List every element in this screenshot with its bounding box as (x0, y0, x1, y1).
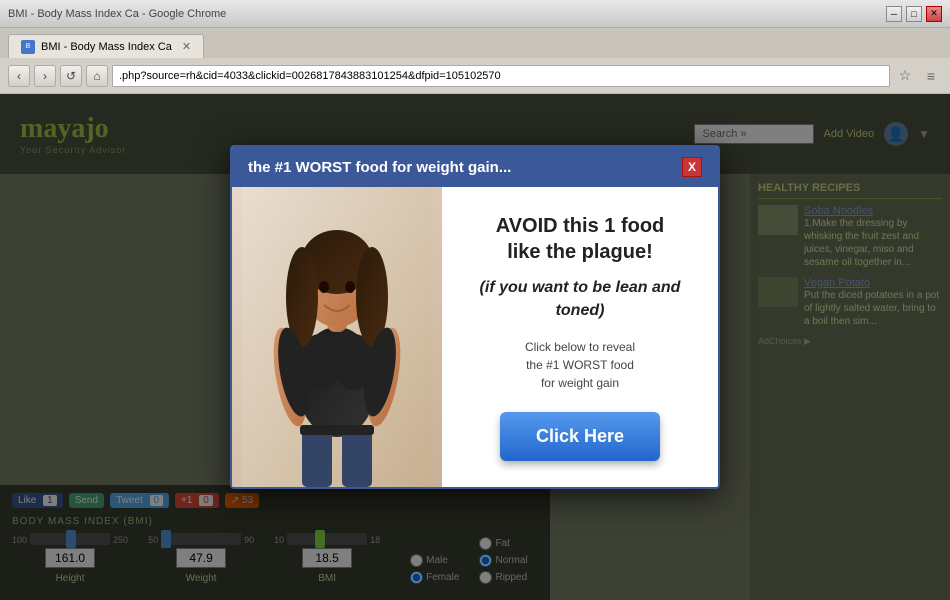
page-content: mayajo Your Security Advisor Add Video 👤… (0, 94, 950, 600)
minimize-button[interactable]: ─ (886, 6, 902, 22)
tab-favicon: B (21, 40, 35, 54)
popup-subhead: (if you want to be lean and toned) (462, 277, 698, 322)
popup-body: AVOID this 1 food like the plague! (if y… (232, 187, 718, 487)
title-bar: BMI - Body Mass Index Ca - Google Chrome… (0, 0, 950, 28)
popup-content-area: AVOID this 1 food like the plague! (if y… (442, 187, 718, 487)
tab-title: BMI - Body Mass Index Ca (41, 41, 172, 53)
popup-image-area (232, 187, 442, 487)
popup-header-text: the #1 WORST food for weight gain... (248, 159, 511, 176)
tab-bar: B BMI - Body Mass Index Ca ✕ (0, 28, 950, 58)
tab-close-button[interactable]: ✕ (182, 40, 191, 53)
popup-desc-line1: Click below to reveal (525, 340, 635, 354)
woman-illustration (242, 187, 432, 487)
nav-bar: ‹ › ↺ ⌂ ☆ ≡ (0, 58, 950, 94)
window-controls: ─ □ ✕ (886, 6, 942, 22)
popup-dialog: the #1 WORST food for weight gain... X (230, 145, 720, 489)
menu-button[interactable]: ≡ (920, 65, 942, 87)
popup-headline: AVOID this 1 food like the plague! (496, 213, 665, 265)
popup-header: the #1 WORST food for weight gain... X (232, 147, 718, 187)
bookmark-button[interactable]: ☆ (894, 65, 916, 87)
home-button[interactable]: ⌂ (86, 65, 108, 87)
address-bar[interactable] (112, 65, 890, 87)
close-button[interactable]: ✕ (926, 6, 942, 22)
forward-button[interactable]: › (34, 65, 56, 87)
popup-headline-line1: AVOID this 1 food (496, 215, 665, 237)
popup-desc-line2: the #1 WORST food (526, 358, 634, 372)
back-button[interactable]: ‹ (8, 65, 30, 87)
browser-chrome: BMI - Body Mass Index Ca - Google Chrome… (0, 0, 950, 94)
popup-cta-button[interactable]: Click Here (500, 412, 660, 461)
popup-desc-line3: for weight gain (541, 376, 619, 390)
maximize-button[interactable]: □ (906, 6, 922, 22)
reload-button[interactable]: ↺ (60, 65, 82, 87)
title-text: BMI - Body Mass Index Ca - Google Chrome (8, 8, 226, 20)
popup-close-button[interactable]: X (682, 157, 702, 177)
popup-desc: Click below to reveal the #1 WORST food … (525, 338, 635, 392)
popup-headline-line2: like the plague! (507, 241, 653, 263)
browser-tab[interactable]: B BMI - Body Mass Index Ca ✕ (8, 34, 204, 58)
popup-overlay: the #1 WORST food for weight gain... X (0, 94, 950, 600)
